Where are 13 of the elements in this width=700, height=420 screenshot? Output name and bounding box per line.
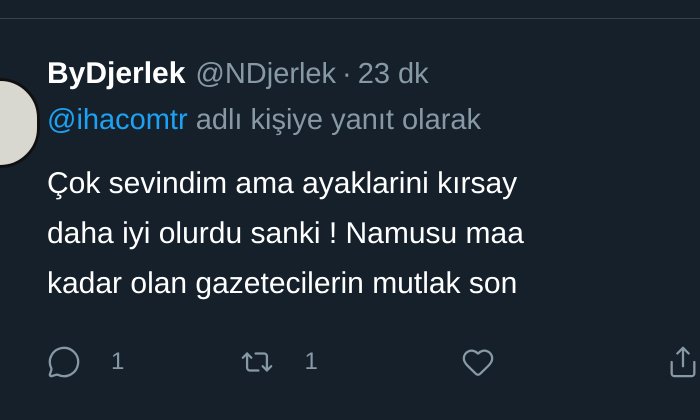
mention-link[interactable]: @ihacomtr <box>47 104 188 136</box>
comment-icon <box>47 345 81 379</box>
action-count: 1 <box>111 347 124 377</box>
user-name: ByDjerlek <box>47 56 186 92</box>
action-count: 1 <box>304 347 318 377</box>
user-handle: @NDjerlek <box>195 57 336 92</box>
tweet-text-line: daha iyi olurdu sanki ! Namusu maa <box>47 216 525 252</box>
reply-context: @ihacomtr adlı kişiye yanıt olarak <box>47 102 482 138</box>
tweet-time: 23 dk <box>358 57 429 92</box>
tweet-text-line: kadar olan gazetecilerin mutlak son <box>47 266 518 302</box>
comment-button[interactable] <box>47 345 81 379</box>
separator-dot: · <box>342 57 352 92</box>
tweet-text-line: Çok sevindim ama ayaklarini kırsay <box>47 166 518 202</box>
